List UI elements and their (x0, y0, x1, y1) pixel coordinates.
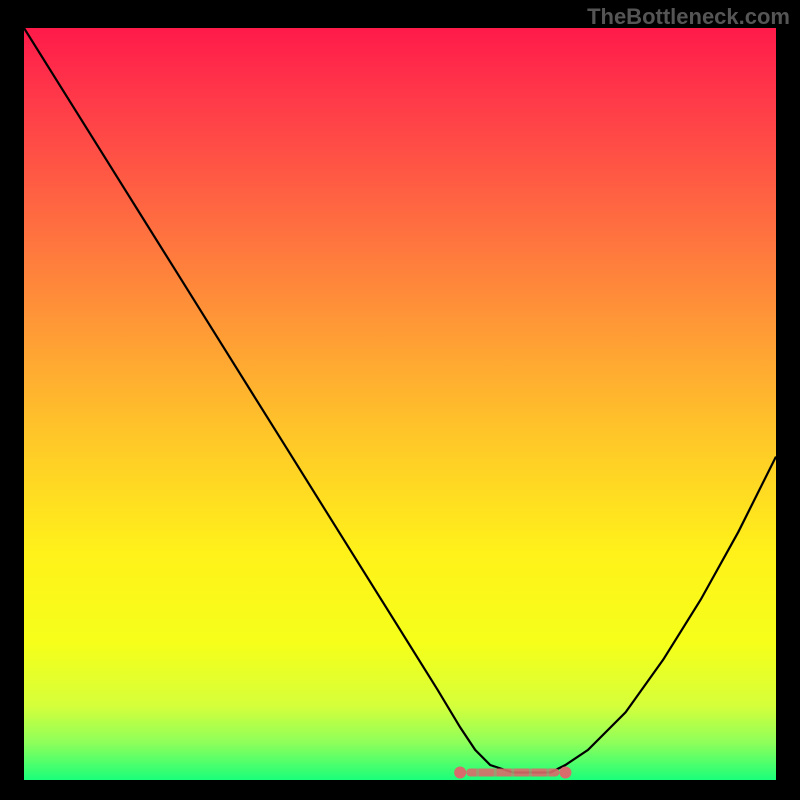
curve-layer (24, 28, 776, 780)
optimal-zone-markers (454, 766, 571, 778)
watermark-text: TheBottleneck.com (587, 4, 790, 30)
chart-plot-area (24, 28, 776, 780)
bottleneck-curve (24, 28, 776, 773)
